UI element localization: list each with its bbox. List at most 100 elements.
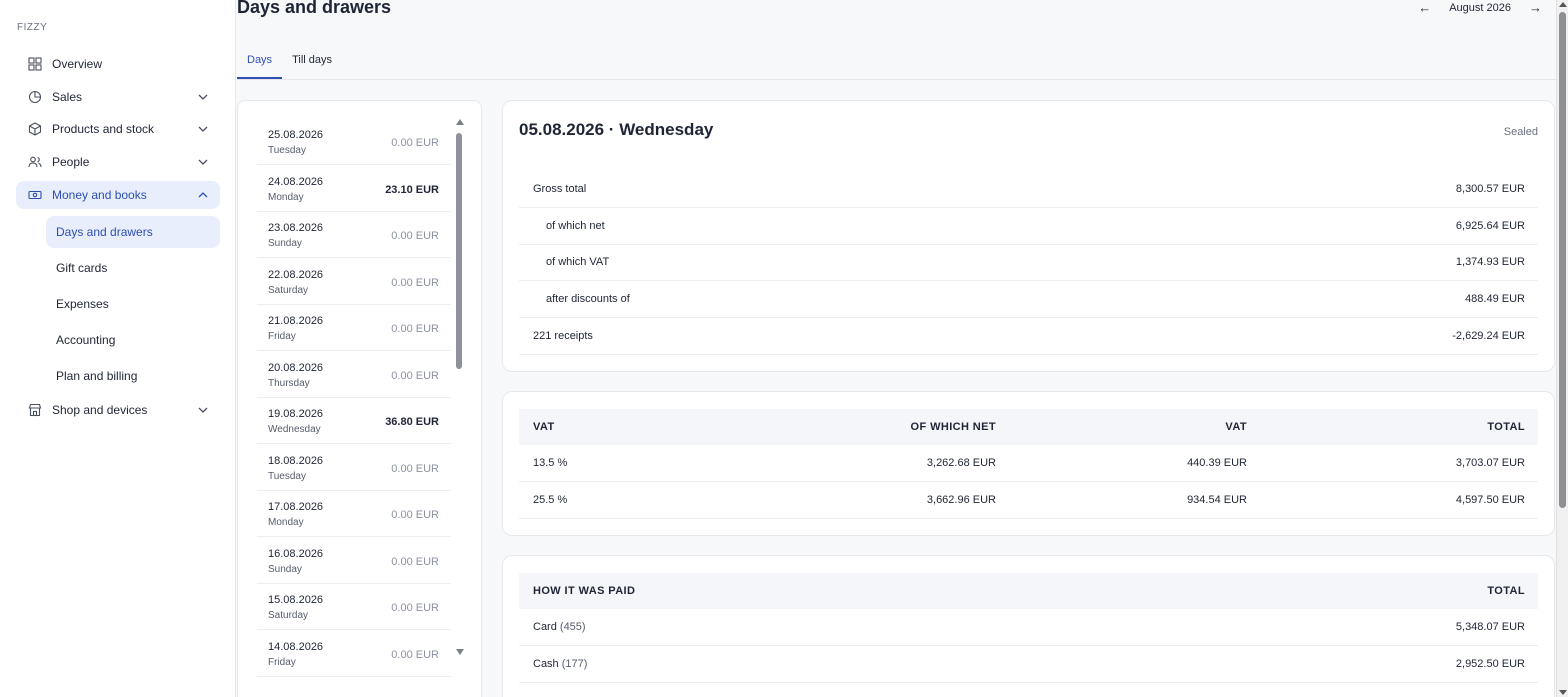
sidebar-item-products-and-stock[interactable]: Products and stock [16,115,220,143]
column-header: VAT [533,421,555,433]
tab-days[interactable]: Days [237,46,283,79]
window-scrollbar[interactable] [1556,0,1568,697]
sidebar-subitem-days-and-drawers[interactable]: Days and drawers [46,216,220,248]
summary-value: -2,629.24 EUR [1452,330,1525,342]
payment-method: Cash (177) [533,658,587,670]
day-list-item[interactable]: 20.08.2026 Thursday 0.00 EUR [257,352,451,398]
sidebar-item-label: Overview [52,57,103,71]
day-weekday: Tuesday [268,470,306,482]
next-month-button[interactable]: → [1525,0,1546,15]
page-title: Days and drawers [237,0,392,17]
day-list-item[interactable]: 16.08.2026 Sunday 0.00 EUR [257,538,451,584]
scroll-thumb[interactable] [1559,12,1566,508]
days-list: 25.08.2026 Tuesday 0.00 EUR 24.08.2026 Monda… [237,100,482,697]
sidebar-item-people[interactable]: People [16,148,220,176]
day-weekday: Sunday [268,563,302,575]
summary-value: 6,925.64 EUR [1455,220,1525,232]
tab-bar: Days Till days [237,46,1556,80]
column-header: OF WHICH NET [910,421,996,433]
scroll-down-arrow-icon[interactable] [1559,690,1567,695]
column-header: TOTAL [1487,585,1525,597]
day-weekday: Tuesday [268,145,306,156]
day-list-item[interactable]: 21.08.2026 Friday 0.00 EUR [257,305,451,351]
day-list-item[interactable]: 18.08.2026 Tuesday 0.00 EUR [257,445,451,491]
day-weekday: Saturday [268,610,309,621]
column-header: HOW IT WAS PAID [533,585,636,597]
day-date: 16.08.2026 [268,547,324,560]
sidebar-subitem-plan-and-billing[interactable]: Plan and billing [46,360,220,392]
summary-label: Gross total [533,183,587,195]
day-date: 14.08.2026 [268,640,324,653]
scroll-up-arrow-icon[interactable] [456,119,464,125]
day-list-item[interactable]: 14.08.2026 Friday 0.00 EUR [257,631,451,677]
day-amount: 0.00 EUR [391,323,439,335]
summary-label: of which net [546,220,605,232]
day-detail-title: 05.08.2026 · Wednesday [519,120,714,139]
day-list-item[interactable]: 24.08.2026 Monday 23.10 EUR [257,166,451,212]
day-weekday: Monday [268,191,304,203]
column-header: VAT [1225,421,1247,433]
sidebar-subitem-accounting[interactable]: Accounting [46,324,220,356]
chevron-down-icon [196,403,210,417]
chevron-down-icon [196,155,210,169]
day-date: 18.08.2026 [268,454,324,467]
summary-row: of which VAT 1,374.93 EUR [519,244,1538,281]
day-weekday: Wednesday [268,424,321,435]
prev-month-button[interactable]: ← [1414,0,1435,15]
day-list-item[interactable]: 25.08.2026 Tuesday 0.00 EUR [257,119,451,165]
sidebar-item-overview[interactable]: Overview [16,50,220,78]
day-list-item[interactable]: 15.08.2026 Saturday 0.00 EUR [257,584,451,630]
tab-till-days[interactable]: Till days [282,46,342,79]
users-icon [28,155,42,169]
table-row: Cash (177) 2,952.50 EUR [519,646,1538,683]
payment-methods-card: HOW IT WAS PAID TOTAL Card (455) 5,348.0… [502,555,1555,697]
table-cell: 4,597.50 EUR [1455,494,1525,506]
sidebar-item-label: Money and books [52,188,147,202]
table-row: 25.5 % 3,662.96 EUR 934.54 EUR 4,597.50 … [519,482,1538,519]
scroll-up-arrow-icon[interactable] [1559,2,1567,7]
payment-method-label: Card [533,621,557,633]
day-amount: 0.00 EUR [391,276,439,289]
chevron-down-icon [196,90,210,104]
sidebar-subitem-expenses[interactable]: Expenses [46,288,220,320]
status-badge: Sealed [1503,126,1538,138]
table-header: VAT OF WHICH NET VAT TOTAL [519,409,1538,445]
payment-count: (177) [561,658,588,670]
day-date: 17.08.2026 [268,501,324,513]
month-navigator: ← August 2026 → [1414,0,1546,15]
table-row: 13.5 % 3,262.68 EUR 440.39 EUR 3,703.07 … [519,445,1538,482]
summary-label: 221 receipts [533,330,593,342]
table-cell: 2,952.50 EUR [1455,658,1525,670]
chevron-up-icon [196,188,210,202]
day-list-item[interactable]: 19.08.2026 Wednesday 36.80 EUR [257,398,451,444]
table-cell: 3,262.68 EUR [926,457,996,469]
sidebar-subitem-gift-cards[interactable]: Gift cards [46,252,220,284]
payment-count: (455) [559,621,586,633]
day-list-item[interactable]: 23.08.2026 Sunday 0.00 EUR [257,212,451,258]
day-date: 19.08.2026 [268,408,324,420]
scroll-thumb[interactable] [456,133,462,369]
summary-value: 1,374.93 EUR [1455,256,1525,268]
table-cell: 934.54 EUR [1187,494,1247,506]
cash-icon [28,188,42,202]
day-list-item[interactable]: 17.08.2026 Monday 0.00 EUR [257,491,451,537]
scroll-down-arrow-icon[interactable] [456,649,464,655]
day-summary-card: 05.08.2026 · Wednesday Sealed Gross tota… [502,100,1555,372]
table-cell: 25.5 % [533,494,568,506]
sidebar: FIZZY Overview Sales Products and stock … [0,0,236,697]
day-weekday: Monday [268,517,304,528]
day-amount: 0.00 EUR [391,602,439,614]
day-list-item[interactable]: 22.08.2026 Saturday 0.00 EUR [257,259,451,305]
table-cell: 440.39 EUR [1187,457,1247,469]
sidebar-item-sales[interactable]: Sales [16,83,220,111]
list-scrollbar[interactable] [455,119,464,661]
sidebar-item-money-and-books[interactable]: Money and books [16,181,220,209]
day-weekday: Friday [268,331,296,342]
summary-value: 488.49 EUR [1465,293,1525,305]
day-weekday: Saturday [268,284,309,296]
day-amount: 0.00 EUR [391,137,439,149]
day-date: 22.08.2026 [268,268,324,281]
day-date: 24.08.2026 [268,175,324,188]
store-icon [28,403,42,417]
sidebar-item-shop-and-devices[interactable]: Shop and devices [16,396,220,424]
